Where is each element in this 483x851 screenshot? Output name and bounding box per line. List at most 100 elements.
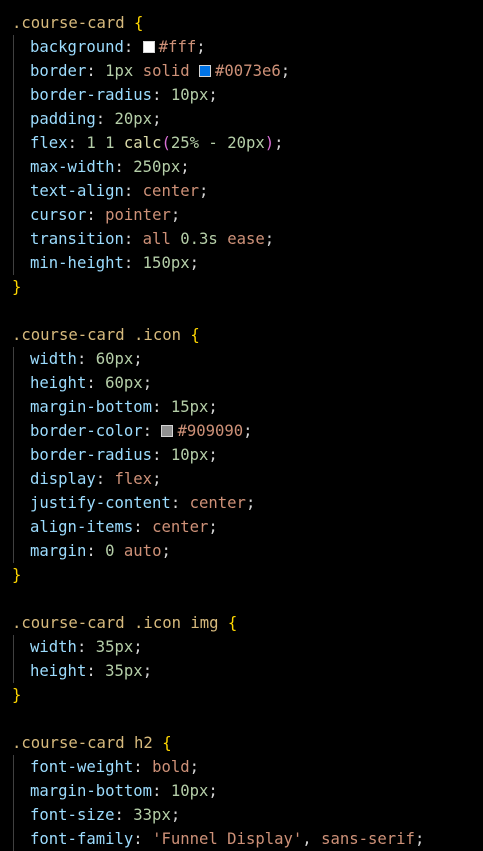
semicolon: ; <box>199 182 209 200</box>
code-line[interactable]: max-width: 250px; <box>0 155 483 179</box>
css-selector: .course-card h2 <box>12 734 153 752</box>
code-line[interactable]: .course-card { <box>0 11 483 35</box>
css-property: margin-bottom <box>30 398 153 416</box>
semicolon: ; <box>208 86 218 104</box>
code-line[interactable]: font-family: 'Funnel Display', sans-seri… <box>0 827 483 851</box>
code-line[interactable]: } <box>0 563 483 587</box>
blank-line[interactable] <box>0 707 483 731</box>
code-line[interactable]: margin-bottom: 15px; <box>0 395 483 419</box>
indent-guide <box>13 443 14 467</box>
indent-guide <box>13 659 14 683</box>
code-line[interactable]: .course-card .icon { <box>0 323 483 347</box>
code-line[interactable]: font-size: 33px; <box>0 803 483 827</box>
css-string: 'Funnel Display' <box>152 830 303 848</box>
colon: : <box>95 470 115 488</box>
code-line[interactable]: flex: 1 1 calc(25% - 20px); <box>0 131 483 155</box>
css-property: border <box>30 62 87 80</box>
css-keyword: auto <box>123 542 162 560</box>
close-brace: } <box>12 278 22 296</box>
css-keyword: flex <box>114 470 153 488</box>
color-swatch-blue[interactable] <box>199 65 212 77</box>
semicolon: ; <box>208 446 218 464</box>
code-line[interactable]: background: #fff; <box>0 35 483 59</box>
css-keyword: sans-serif <box>321 830 415 848</box>
code-line[interactable]: width: 35px; <box>0 635 483 659</box>
code-line[interactable]: font-weight: bold; <box>0 755 483 779</box>
semicolon: ; <box>414 830 425 848</box>
color-swatch-white[interactable] <box>142 41 155 53</box>
css-number: 10px <box>170 446 209 464</box>
colon: : <box>86 542 106 560</box>
indent-guide <box>13 755 14 779</box>
close-brace: } <box>12 686 22 704</box>
code-line[interactable]: align-items: center; <box>0 515 483 539</box>
semicolon: ; <box>208 398 218 416</box>
code-line[interactable]: border: 1px solid #0073e6; <box>0 59 483 83</box>
indent-guide <box>13 395 14 419</box>
semicolon: ; <box>245 494 256 512</box>
code-line[interactable]: border-color: #909090; <box>0 419 483 443</box>
code-line[interactable]: padding: 20px; <box>0 107 483 131</box>
semicolon: ; <box>133 350 143 368</box>
indent-guide <box>13 467 14 491</box>
css-number: 60px <box>105 374 143 392</box>
blank-line[interactable] <box>0 299 483 323</box>
indent-guide <box>13 179 14 203</box>
colon: : <box>170 494 190 512</box>
code-line[interactable]: height: 35px; <box>0 659 483 683</box>
colon: : <box>152 446 171 464</box>
css-keyword: solid <box>142 62 190 80</box>
code-line[interactable]: min-height: 150px; <box>0 251 483 275</box>
close-brace: } <box>12 566 22 584</box>
code-line[interactable]: height: 60px; <box>0 371 483 395</box>
code-line[interactable]: } <box>0 275 483 299</box>
css-keyword: center <box>142 182 200 200</box>
semicolon: ; <box>170 806 181 824</box>
css-number: 35px <box>105 662 143 680</box>
code-line[interactable]: justify-content: center; <box>0 491 483 515</box>
css-property: transition <box>30 230 124 248</box>
semicolon: ; <box>196 38 206 56</box>
css-function: calc <box>123 134 162 152</box>
code-editor[interactable]: .course-card { background: #fff; border:… <box>0 0 483 851</box>
code-line[interactable]: .course-card h2 { <box>0 731 483 755</box>
colon: : <box>152 782 171 800</box>
css-number: 20px <box>227 134 265 152</box>
indent-guide <box>13 131 14 155</box>
css-keyword: all <box>142 230 171 248</box>
semicolon: ; <box>170 206 181 224</box>
code-line[interactable]: border-radius: 10px; <box>0 443 483 467</box>
open-brace: { <box>124 14 144 32</box>
code-line[interactable]: margin: 0 auto; <box>0 539 483 563</box>
css-number: 1px <box>105 62 134 80</box>
blank-line[interactable] <box>0 587 483 611</box>
code-line[interactable]: transition: all 0.3s ease; <box>0 227 483 251</box>
code-line[interactable]: } <box>0 683 483 707</box>
indent-guide <box>13 419 14 443</box>
code-line[interactable]: .course-card .icon img { <box>0 611 483 635</box>
code-line[interactable]: border-radius: 10px; <box>0 83 483 107</box>
comma: , <box>302 830 322 848</box>
color-swatch-gray[interactable] <box>161 425 174 437</box>
code-line[interactable]: margin-bottom: 10px; <box>0 779 483 803</box>
colon: : <box>133 518 153 536</box>
code-line[interactable]: display: flex; <box>0 467 483 491</box>
css-value: #fff <box>158 38 197 56</box>
code-line[interactable]: cursor: pointer; <box>0 203 483 227</box>
css-selector: .course-card <box>12 14 125 32</box>
colon: : <box>86 662 106 680</box>
code-line[interactable]: width: 60px; <box>0 347 483 371</box>
open-brace: { <box>152 734 172 752</box>
indent-guide <box>13 227 14 251</box>
indent-guide <box>13 515 14 539</box>
colon: : <box>76 638 96 656</box>
css-property: display <box>30 470 96 488</box>
semicolon: ; <box>264 230 275 248</box>
semicolon: ; <box>189 758 200 776</box>
semicolon: ; <box>208 782 218 800</box>
css-property: text-align <box>30 182 124 200</box>
css-number: 0.3s <box>180 230 218 248</box>
css-property: flex <box>30 134 68 152</box>
code-line[interactable]: text-align: center; <box>0 179 483 203</box>
